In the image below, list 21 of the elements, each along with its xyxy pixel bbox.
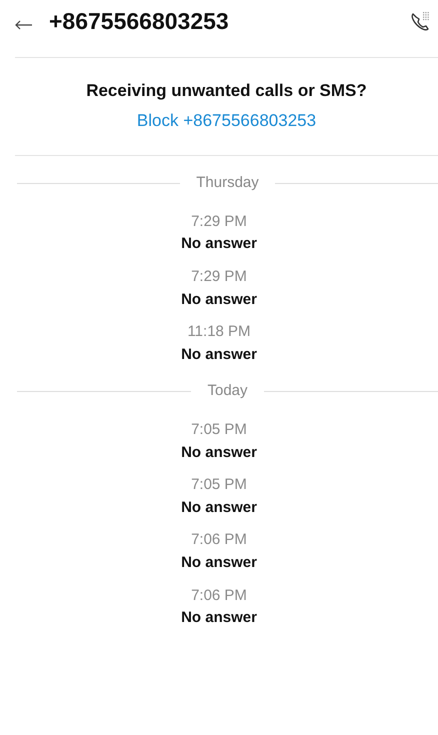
call-status: No answer (181, 442, 257, 462)
call-time: 7:06 PM (191, 531, 247, 550)
call-status: No answer (181, 290, 257, 309)
block-link[interactable]: Block +8675566803253 (136, 108, 316, 133)
block-question: Receiving unwanted calls or SMS? (86, 80, 367, 102)
call-status: No answer (181, 234, 257, 254)
call-time: 7:05 PM (191, 476, 247, 495)
day-label: Today (207, 381, 248, 402)
call-time: 7:29 PM (191, 212, 247, 232)
call-time: 7:05 PM (191, 420, 247, 440)
call-status: No answer (181, 344, 257, 364)
call-time: 11:18 PM (187, 323, 251, 342)
back-icon[interactable] (15, 20, 33, 30)
call-status: No answer (181, 553, 257, 572)
call-time: 7:29 PM (191, 268, 247, 286)
phone-keypad-icon[interactable] (410, 11, 430, 32)
call-status: No answer (181, 608, 257, 628)
call-status: No answer (181, 498, 257, 518)
call-time: 7:06 PM (191, 586, 247, 606)
day-label: Thursday (196, 173, 259, 193)
contact-number: +8675566803253 (49, 7, 229, 36)
